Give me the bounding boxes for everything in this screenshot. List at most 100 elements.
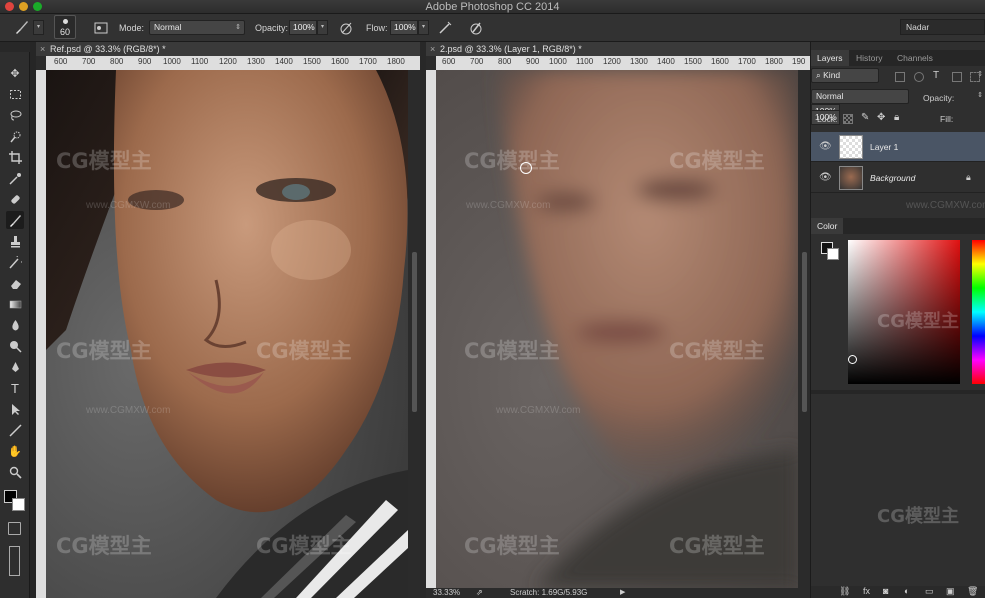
- color-panel-header: Color: [811, 218, 985, 234]
- background-color-swatch[interactable]: [12, 498, 25, 511]
- workspace-select[interactable]: Nadar: [900, 19, 985, 35]
- tab-history[interactable]: History: [850, 50, 888, 66]
- layer-opacity-label: Opacity:: [923, 93, 955, 103]
- vertical-scrollbar[interactable]: [802, 252, 807, 412]
- brush-panel-toggle-icon[interactable]: [93, 20, 109, 36]
- export-icon[interactable]: ⇗: [476, 588, 483, 598]
- eye-icon[interactable]: 👁︎: [819, 172, 832, 183]
- pressure-size-icon[interactable]: [468, 20, 484, 36]
- kind-filter-value: Kind: [823, 70, 841, 80]
- lock-all-icon[interactable]: 🔒︎: [894, 112, 899, 123]
- search-icon: ⌕: [816, 70, 821, 80]
- color-bg-swatch[interactable]: [827, 248, 839, 260]
- close-tab-icon[interactable]: ×: [40, 42, 45, 56]
- ruler-tick-label: 800: [110, 57, 124, 66]
- new-layer-icon[interactable]: ▣: [946, 586, 955, 597]
- zoom-level[interactable]: 33.33%: [433, 588, 460, 598]
- flow-input[interactable]: 100%: [390, 20, 418, 35]
- healing-brush-tool-icon[interactable]: [6, 190, 24, 208]
- tab-layers[interactable]: Layers: [811, 50, 849, 66]
- status-menu-arrow-icon[interactable]: ▶: [620, 588, 625, 598]
- path-selection-tool-icon[interactable]: [6, 400, 24, 418]
- hand-tool-icon[interactable]: ✋: [6, 442, 24, 460]
- document-tab-ref[interactable]: × Ref.psd @ 33.3% (RGB/8*) *: [36, 42, 420, 56]
- vertical-scrollbar[interactable]: [412, 252, 417, 412]
- brush-tool-preset-icon[interactable]: [14, 19, 30, 35]
- eraser-tool-icon[interactable]: [6, 274, 24, 292]
- adjustment-layer-icon[interactable]: ◐: [904, 586, 909, 596]
- move-tool-icon[interactable]: ✥: [6, 64, 24, 82]
- color-spectrum-picker[interactable]: [848, 240, 960, 384]
- opacity-input[interactable]: 100%: [289, 20, 317, 35]
- layer-name: Background: [870, 173, 916, 183]
- lock-paint-icon[interactable]: ✎: [861, 112, 869, 123]
- ruler-tick-label: 1400: [275, 57, 293, 66]
- blur-tool-icon[interactable]: [6, 316, 24, 334]
- eyedropper-tool-icon[interactable]: [6, 169, 24, 187]
- crop-tool-icon[interactable]: [6, 148, 24, 166]
- flow-slider-dropdown[interactable]: ▾: [418, 20, 429, 35]
- close-tab-icon[interactable]: ×: [430, 42, 435, 56]
- brush-tool-icon[interactable]: [6, 211, 24, 229]
- clone-stamp-tool-icon[interactable]: [6, 232, 24, 250]
- document-canvas-2[interactable]: CG模型主 CG模型主 CG模型主 CG模型主 CG模型主 CG模型主 www.…: [436, 70, 798, 588]
- filter-pixel-icon[interactable]: [895, 72, 905, 82]
- quick-mask-icon[interactable]: [8, 522, 21, 535]
- blend-mode-select[interactable]: Normal ⇕: [811, 89, 983, 104]
- ruler-tick-label: 1300: [247, 57, 265, 66]
- lock-label: Lock:: [817, 114, 838, 124]
- marquee-tool-icon[interactable]: [6, 85, 24, 103]
- screen-mode-icon[interactable]: [9, 546, 20, 576]
- panel-divider: [811, 390, 985, 394]
- eye-icon[interactable]: 👁︎: [819, 141, 832, 152]
- layer-row-layer-1[interactable]: 👁︎ Layer 1: [811, 132, 985, 162]
- ruler-tick-label: 1600: [331, 57, 349, 66]
- link-layers-icon[interactable]: ⛓︎: [839, 586, 850, 597]
- brush-tip-icon: [63, 19, 68, 24]
- kind-filter-select[interactable]: ⌕ Kind ⇕: [811, 68, 983, 83]
- layer-style-icon[interactable]: fx: [863, 586, 870, 596]
- lock-transparent-icon[interactable]: [843, 114, 853, 124]
- line-shape-tool-icon[interactable]: [6, 421, 24, 439]
- hue-slider[interactable]: [972, 240, 985, 384]
- dodge-tool-icon[interactable]: [6, 337, 24, 355]
- vertical-ruler: [36, 70, 46, 598]
- horizontal-ruler: 600 700 800 900 1000 1100 1200 1300 1400…: [46, 56, 420, 70]
- pressure-opacity-icon[interactable]: [338, 20, 354, 36]
- ruler-tick-label: 1100: [576, 57, 594, 66]
- layer-row-background[interactable]: 👁︎ Background 🔒︎: [811, 163, 985, 193]
- opacity-slider-dropdown[interactable]: ▾: [317, 20, 328, 35]
- tab-channels[interactable]: Channels: [891, 50, 939, 66]
- lasso-tool-icon[interactable]: [6, 106, 24, 124]
- tab-color[interactable]: Color: [811, 218, 844, 234]
- document-tab-2-label: 2.psd @ 33.3% (Layer 1, RGB/8*) *: [440, 44, 582, 54]
- document-canvas-ref[interactable]: CG模型主 CG模型主 CG模型主 CG模型主 CG模型主 www.CGMXW.…: [46, 70, 408, 598]
- filter-type-icon[interactable]: T: [933, 70, 939, 81]
- filter-shape-icon[interactable]: [952, 72, 962, 82]
- gradient-tool-icon[interactable]: [6, 295, 24, 313]
- tools-panel: ✥ T ✋: [0, 52, 30, 598]
- history-brush-tool-icon[interactable]: [6, 253, 24, 271]
- brush-preset-dropdown[interactable]: ▾: [33, 20, 44, 35]
- document-tab-2[interactable]: × 2.psd @ 33.3% (Layer 1, RGB/8*) *: [426, 42, 810, 56]
- type-tool-icon[interactable]: T: [6, 379, 24, 397]
- filter-smart-object-icon[interactable]: [970, 72, 980, 82]
- brush-size-picker[interactable]: 60: [54, 15, 76, 39]
- filter-adjustment-icon[interactable]: [914, 72, 924, 82]
- horizontal-ruler: 600 700 800 900 1000 1100 1200 1300 1400…: [436, 56, 810, 70]
- document-window-2: × 2.psd @ 33.3% (Layer 1, RGB/8*) * 600 …: [426, 42, 810, 598]
- zoom-tool-icon[interactable]: [6, 463, 24, 481]
- ruler-tick-label: 1100: [191, 57, 209, 66]
- layers-panel-tabs: Layers History Channels: [811, 50, 985, 66]
- quick-selection-tool-icon[interactable]: [6, 127, 24, 145]
- mode-select[interactable]: Normal ⇕: [149, 20, 245, 35]
- trash-icon[interactable]: 🗑︎: [967, 586, 978, 597]
- pen-tool-icon[interactable]: [6, 358, 24, 376]
- new-group-icon[interactable]: ▭: [925, 586, 934, 597]
- right-panel-dock: Layers History Channels ⌕ Kind ⇕ T Norma…: [810, 42, 985, 598]
- airbrush-icon[interactable]: [437, 20, 453, 36]
- mode-label: Mode:: [119, 23, 145, 33]
- layer-filter-row: ⌕ Kind ⇕ T: [811, 68, 985, 86]
- lock-position-icon[interactable]: ✥: [877, 112, 885, 123]
- add-mask-icon[interactable]: ◙: [883, 586, 888, 596]
